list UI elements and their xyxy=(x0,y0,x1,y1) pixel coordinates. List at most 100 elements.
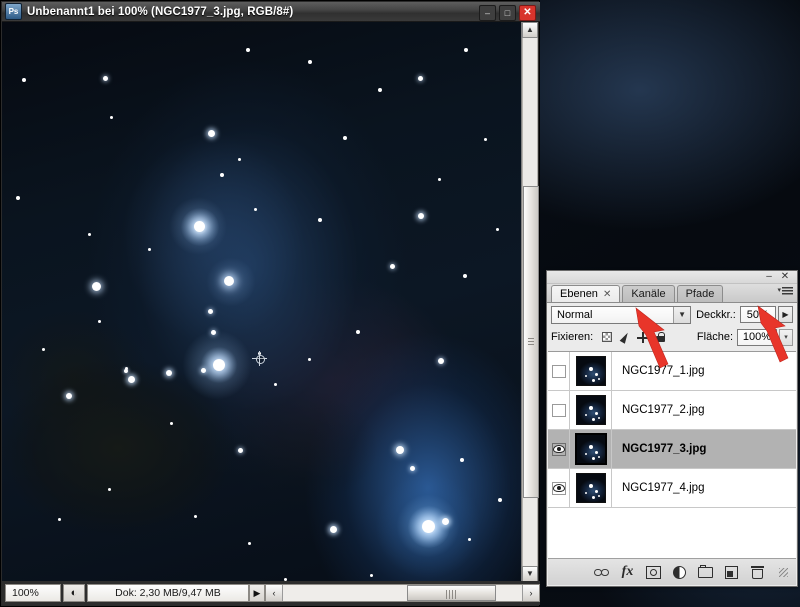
layer-thumbnail-cell[interactable] xyxy=(570,390,612,430)
opacity-label: Deckkr.: xyxy=(696,308,736,321)
new-group-icon[interactable] xyxy=(697,564,714,581)
scroll-right-button[interactable]: › xyxy=(522,585,539,601)
table-row[interactable]: NGC1977_1.jpg xyxy=(548,352,796,391)
layer-thumbnail xyxy=(574,433,607,465)
minimize-button[interactable]: – xyxy=(479,5,496,21)
document-vertical-scrollbar[interactable]: ▲ ▼ xyxy=(521,22,539,582)
star xyxy=(460,458,464,462)
document-horizontal-scrollbar[interactable]: ‹ › xyxy=(265,584,540,602)
blend-mode-dropdown[interactable]: Normal ▼ xyxy=(551,305,692,324)
visibility-toggle[interactable] xyxy=(551,403,566,417)
vertical-scroll-thumb[interactable] xyxy=(523,186,539,498)
layers-panel: – ✕ ▾ Ebenen ✕ Kanäle Pfade Normal ▼ Dec… xyxy=(546,270,798,587)
star xyxy=(170,422,173,425)
layer-thumbnail xyxy=(575,395,606,425)
tab-ebenen[interactable]: Ebenen ✕ xyxy=(551,285,621,302)
star xyxy=(378,88,382,92)
table-row[interactable]: NGC1977_4.jpg xyxy=(548,468,796,508)
layer-visibility-cell[interactable] xyxy=(548,390,570,430)
star xyxy=(220,173,224,177)
star xyxy=(194,515,197,518)
star xyxy=(125,367,128,370)
panel-tabs: Ebenen ✕ Kanäle Pfade xyxy=(547,284,797,303)
table-row[interactable]: NGC1977_3.jpg xyxy=(548,429,796,469)
visibility-toggle[interactable] xyxy=(551,364,566,378)
star xyxy=(246,48,250,52)
document-titlebar[interactable]: Unbenannt1 bei 100% (NGC1977_3.jpg, RGB/… xyxy=(2,2,540,22)
star xyxy=(418,213,424,219)
close-icon: ✕ xyxy=(523,7,532,18)
star xyxy=(468,538,471,541)
star xyxy=(108,488,111,491)
triangle-right-icon: ▶ xyxy=(782,310,789,319)
opacity-stepper-button[interactable]: ▶ xyxy=(777,306,794,323)
minimize-icon: – xyxy=(484,8,490,18)
document-preview-button[interactable]: ◐ xyxy=(63,584,85,602)
star xyxy=(370,574,373,577)
visibility-toggle[interactable] xyxy=(551,481,566,495)
star xyxy=(390,264,395,269)
delete-layer-icon[interactable] xyxy=(749,564,766,581)
maximize-button[interactable]: □ xyxy=(499,5,516,21)
lock-position-icon[interactable] xyxy=(635,330,650,344)
lock-image-pixels-icon[interactable] xyxy=(617,330,632,344)
panel-minimize-button[interactable]: – xyxy=(763,271,775,283)
tab-pfade-label: Pfade xyxy=(685,288,715,300)
chevron-left-icon: ‹ xyxy=(272,588,276,598)
chevron-down-icon[interactable]: ▼ xyxy=(673,306,691,323)
link-layers-icon[interactable] xyxy=(593,564,610,581)
panel-resize-grip[interactable] xyxy=(775,564,792,581)
layer-list[interactable]: NGC1977_1.jpg NGC1977_2.jpg NGC1977_3.jp… xyxy=(548,351,796,509)
horizontal-scroll-track[interactable] xyxy=(283,585,522,601)
visibility-toggle[interactable] xyxy=(551,442,566,456)
panel-titlebar[interactable]: – ✕ xyxy=(547,271,797,284)
fill-input[interactable]: 100% xyxy=(737,328,777,346)
layer-visibility-cell[interactable] xyxy=(548,429,570,469)
star xyxy=(92,282,101,291)
star xyxy=(148,248,151,251)
layer-thumbnail-cell[interactable] xyxy=(570,468,612,508)
layer-visibility-cell[interactable] xyxy=(548,468,570,508)
add-layer-mask-icon[interactable] xyxy=(645,564,662,581)
opacity-input[interactable]: 50% xyxy=(739,306,776,323)
eye-icon xyxy=(552,484,565,492)
scroll-down-button[interactable]: ▼ xyxy=(522,566,538,582)
scroll-left-button[interactable]: ‹ xyxy=(266,585,283,601)
star xyxy=(213,359,225,371)
image-canvas[interactable] xyxy=(2,22,522,582)
lock-all-icon[interactable] xyxy=(653,330,668,344)
menu-bars-icon xyxy=(782,287,793,295)
zoom-level-field[interactable]: 100% xyxy=(5,584,61,602)
tab-pfade[interactable]: Pfade xyxy=(676,285,724,302)
document-status-bar: 100% ◐ Dok: 2,30 MB/9,47 MB ▶ ‹ › xyxy=(2,581,540,605)
tab-ebenen-label: Ebenen xyxy=(560,288,598,300)
new-adjustment-layer-icon[interactable] xyxy=(671,564,688,581)
new-layer-icon[interactable] xyxy=(723,564,740,581)
star xyxy=(410,466,415,471)
table-row[interactable]: NGC1977_2.jpg xyxy=(548,390,796,430)
selection-bracket xyxy=(601,459,605,463)
panel-close-button[interactable]: ✕ xyxy=(779,271,791,283)
fill-stepper-button[interactable]: ▾ xyxy=(779,328,793,346)
close-button[interactable]: ✕ xyxy=(519,5,536,21)
star xyxy=(248,542,251,545)
scroll-up-button[interactable]: ▲ xyxy=(522,22,538,38)
lock-transparency-icon[interactable] xyxy=(599,330,614,344)
tab-close-icon[interactable]: ✕ xyxy=(603,289,611,300)
nebula-glow-highlights xyxy=(2,22,522,582)
horizontal-scroll-thumb[interactable] xyxy=(407,585,496,601)
layer-thumbnail-cell[interactable] xyxy=(570,352,612,391)
layer-thumbnail xyxy=(575,356,606,386)
eye-icon xyxy=(552,445,565,453)
star xyxy=(438,178,441,181)
tab-kanaele[interactable]: Kanäle xyxy=(622,285,675,302)
vertical-scroll-track[interactable] xyxy=(522,38,539,566)
layer-style-fx-icon[interactable]: fx xyxy=(619,564,636,581)
star xyxy=(128,376,135,383)
panel-flyout-menu-icon[interactable]: ▾ xyxy=(775,285,793,297)
layer-thumbnail-cell[interactable] xyxy=(570,429,612,469)
layer-name: NGC1977_1.jpg xyxy=(622,365,705,377)
status-expand-button[interactable]: ▶ xyxy=(249,584,265,602)
layer-visibility-cell[interactable] xyxy=(548,352,570,391)
layer-list-empty-area[interactable] xyxy=(548,509,796,559)
